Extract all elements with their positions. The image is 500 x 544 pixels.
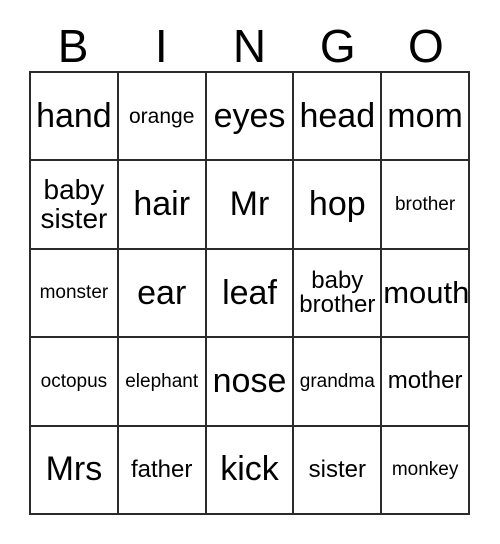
bingo-cell-label: hair bbox=[133, 185, 191, 224]
bingo-row: baby sister hair Mr hop brother bbox=[31, 161, 470, 250]
bingo-cell[interactable]: eyes bbox=[206, 73, 295, 162]
bingo-cell[interactable]: ear bbox=[118, 249, 207, 339]
bingo-cell[interactable]: octopus bbox=[31, 338, 119, 427]
bingo-cell[interactable]: grandma bbox=[294, 338, 383, 427]
bingo-cell[interactable]: mother bbox=[382, 338, 470, 427]
bingo-cell[interactable]: mouth bbox=[382, 249, 470, 339]
header-letter-b: B bbox=[57, 20, 89, 72]
bingo-cell-label: hop bbox=[308, 185, 366, 224]
bingo-cell[interactable]: elephant bbox=[118, 338, 207, 427]
bingo-cell[interactable]: hair bbox=[118, 161, 207, 250]
bingo-cell-label: father bbox=[131, 455, 193, 483]
header-letter-o: O bbox=[408, 20, 444, 72]
bingo-cell[interactable]: Mrs bbox=[31, 426, 119, 516]
bingo-cell-label: Mr bbox=[229, 185, 270, 224]
bingo-cell-label: orange bbox=[129, 104, 195, 128]
bingo-cell-label: sister bbox=[308, 455, 366, 483]
bingo-cell-label: nose bbox=[212, 362, 287, 401]
bingo-cell[interactable]: hop bbox=[294, 161, 383, 250]
bingo-cell-label: monster bbox=[39, 282, 109, 304]
bingo-row: Mrs father kick sister monkey bbox=[31, 426, 470, 516]
bingo-cell-label: mother bbox=[387, 367, 463, 395]
bingo-cell[interactable]: monster bbox=[31, 249, 119, 339]
bingo-grid: hand orange eyes head mom baby sister ha… bbox=[29, 71, 470, 516]
bingo-cell-label: grandma bbox=[299, 370, 375, 392]
bingo-cell[interactable]: monkey bbox=[382, 426, 470, 516]
bingo-header-row: B I N G O bbox=[29, 14, 470, 71]
bingo-cell-label: ear bbox=[137, 273, 187, 312]
bingo-cell[interactable]: mom bbox=[382, 73, 470, 162]
bingo-cell-label: leaf bbox=[222, 273, 277, 312]
bingo-cell[interactable]: brother bbox=[382, 161, 470, 250]
bingo-cell-label: monkey bbox=[391, 459, 459, 481]
bingo-row: hand orange eyes head mom bbox=[31, 73, 470, 162]
bingo-cell[interactable]: baby brother bbox=[294, 249, 383, 339]
header-letter-n: N bbox=[232, 20, 267, 72]
bingo-cell-label: head bbox=[299, 96, 376, 135]
bingo-row: monster ear leaf baby brother mouth bbox=[31, 249, 470, 339]
bingo-cell[interactable]: head bbox=[294, 73, 383, 162]
bingo-cell-label: mom bbox=[387, 96, 463, 135]
bingo-cell-label: octopus bbox=[40, 370, 108, 392]
bingo-cell[interactable]: Mr bbox=[206, 161, 295, 250]
bingo-cell-label: baby sister bbox=[40, 174, 108, 234]
bingo-cell-label: Mrs bbox=[45, 450, 103, 489]
bingo-cell[interactable]: nose bbox=[206, 338, 295, 427]
bingo-cell-label: hand bbox=[36, 96, 112, 135]
bingo-cell[interactable]: father bbox=[118, 426, 207, 516]
bingo-cell-label: eyes bbox=[213, 96, 286, 135]
bingo-card: B I N G O hand orange eyes head mom baby… bbox=[0, 0, 500, 544]
bingo-cell-label: brother bbox=[394, 193, 456, 215]
bingo-cell[interactable]: baby sister bbox=[31, 161, 119, 250]
bingo-cell[interactable]: kick bbox=[206, 426, 295, 516]
bingo-cell[interactable]: hand bbox=[31, 73, 119, 162]
bingo-cell-label: baby brother bbox=[299, 266, 376, 319]
bingo-row: octopus elephant nose grandma mother bbox=[31, 338, 470, 427]
bingo-cell[interactable]: orange bbox=[118, 73, 207, 162]
bingo-cell-label: elephant bbox=[125, 370, 199, 392]
bingo-cell[interactable]: leaf bbox=[206, 249, 295, 339]
bingo-cell-label: kick bbox=[220, 450, 279, 489]
header-letter-i: I bbox=[154, 20, 168, 72]
header-letter-g: G bbox=[319, 20, 356, 72]
bingo-cell-label: mouth bbox=[383, 275, 470, 311]
bingo-cell[interactable]: sister bbox=[294, 426, 383, 516]
